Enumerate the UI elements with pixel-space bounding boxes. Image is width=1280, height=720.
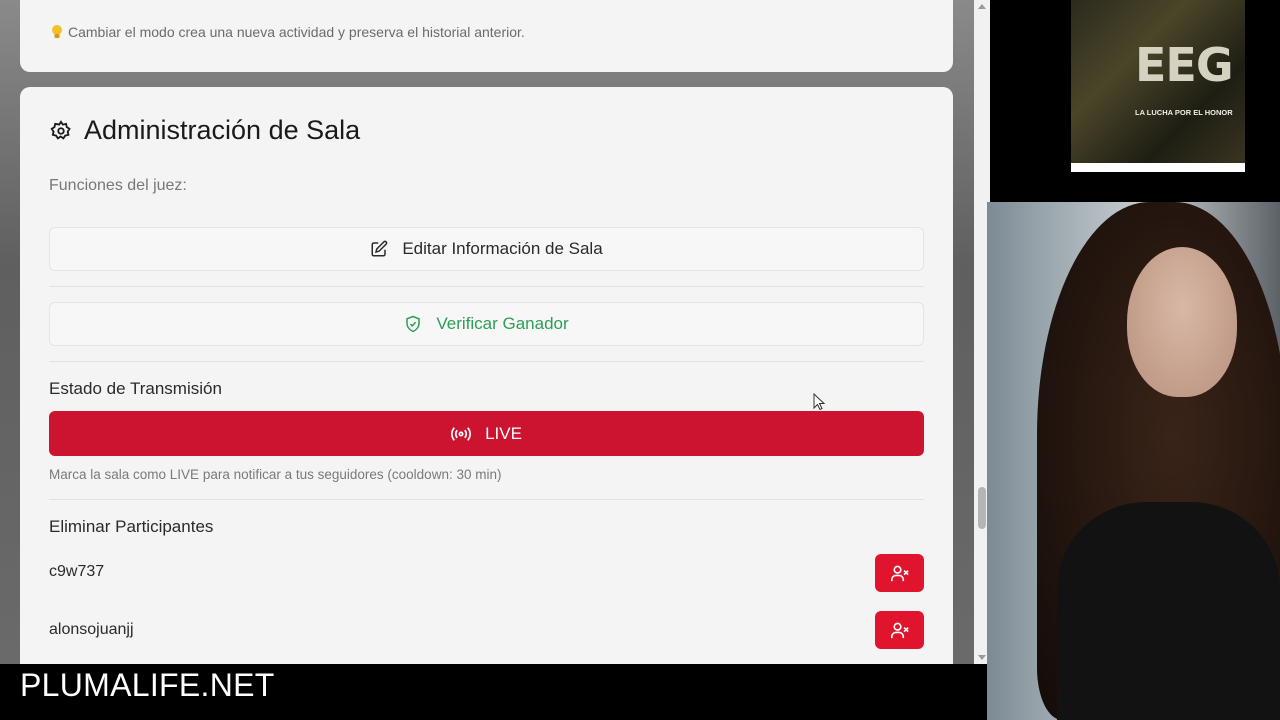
edit-room-label: Editar Información de Sala: [402, 239, 603, 258]
thumbnail-title: EEG: [1135, 38, 1234, 92]
mode-hint-text: Cambiar el modo crea una nueva actividad…: [68, 24, 525, 40]
thumbnail-subtitle: LA LUCHA POR EL HONOR: [1135, 108, 1233, 117]
participant-name: c9w737: [49, 563, 105, 580]
webcam-feed: [987, 202, 1280, 720]
mode-hint: Cambiar el modo crea una nueva actividad…: [50, 24, 525, 40]
webcam-person-shirt: [1057, 502, 1280, 720]
live-button[interactable]: LIVE: [49, 411, 924, 456]
webcam-person-face: [1127, 247, 1237, 397]
mode-card: Cambiar el modo crea una nueva actividad…: [20, 0, 953, 72]
stream-thumbnail: EEG LA LUCHA POR EL HONOR: [1071, 0, 1245, 172]
admin-header: Administración de Sala: [50, 115, 360, 146]
mouse-cursor-icon: [813, 393, 825, 411]
lightbulb-icon: [52, 25, 62, 38]
divider: [49, 361, 924, 362]
edit-icon: [371, 240, 388, 257]
scroll-thumb[interactable]: [978, 487, 986, 529]
live-note: Marca la sala como LIVE para notificar a…: [49, 467, 502, 482]
verify-winner-label: Verificar Ganador: [436, 314, 569, 333]
thumbnail-image: EEG LA LUCHA POR EL HONOR: [1071, 0, 1245, 163]
judge-functions-label: Funciones del juez:: [49, 177, 187, 194]
broadcast-icon: [451, 426, 472, 441]
gear-icon: [50, 119, 71, 140]
remove-participants-label: Eliminar Participantes: [49, 517, 214, 536]
scroll-down-arrow-icon[interactable]: [978, 655, 986, 660]
browser-viewport: Cambiar el modo crea una nueva actividad…: [0, 0, 990, 664]
scroll-up-arrow-icon[interactable]: [978, 4, 986, 9]
live-label: LIVE: [485, 423, 522, 443]
remove-participant-button[interactable]: [875, 611, 924, 649]
admin-card: Administración de Sala Funciones del jue…: [20, 87, 953, 664]
transmission-label: Estado de Transmisión: [49, 379, 222, 398]
participant-name: alonsojuanjj: [49, 621, 134, 638]
user-remove-icon: [890, 565, 909, 582]
verify-winner-button[interactable]: Verificar Ganador: [49, 302, 924, 346]
remove-participant-button[interactable]: [875, 554, 924, 592]
edit-room-button[interactable]: Editar Información de Sala: [49, 227, 924, 271]
shield-check-icon: [406, 315, 421, 333]
divider: [49, 286, 924, 287]
admin-title: Administración de Sala: [84, 115, 361, 145]
watermark-text: PLUMALIFE.NET: [20, 667, 275, 703]
divider: [49, 499, 924, 500]
user-remove-icon: [890, 622, 909, 639]
